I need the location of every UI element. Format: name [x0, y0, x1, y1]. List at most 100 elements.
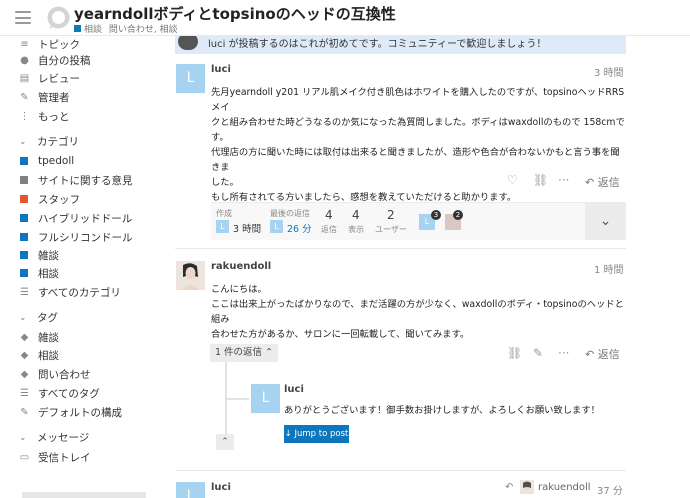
post-username[interactable]: rakuendoll [211, 261, 271, 272]
messages-section-header[interactable]: ⌄ メッセージ [19, 430, 89, 445]
avatar[interactable] [176, 261, 205, 290]
category-color-square [20, 195, 28, 203]
sidebar-item-review[interactable]: ▤ レビュー [19, 70, 80, 86]
sidebar-category-full-silicone[interactable]: フルシリコンドール [19, 229, 133, 245]
topics-icon: ≡ [20, 38, 29, 50]
created-value: 3 時間 [233, 224, 262, 235]
link-icon[interactable]: ⛓ [507, 346, 522, 360]
users-label: ユーザー [375, 225, 407, 234]
last-reply-value[interactable]: 26 分 [287, 221, 312, 235]
avatar[interactable]: L [176, 482, 205, 498]
category-color-square [20, 176, 28, 184]
sidebar-scrollbar[interactable] [22, 492, 146, 498]
views-count: 4 [352, 208, 360, 222]
topic-map: 作成 L 3 時間 最後の返信 L 26 分 4 返信 4 表示 2 ユーザー … [211, 202, 626, 240]
hamburger-menu-icon[interactable] [15, 11, 31, 24]
post-username[interactable]: luci [211, 482, 231, 493]
list-icon: ☰ [20, 286, 29, 298]
wrench-icon: ✎ [20, 406, 29, 418]
reply-button[interactable]: ↶ 返信 [585, 346, 620, 362]
topic-tags[interactable]: 問い合わせ, 相談 [109, 25, 178, 35]
list-icon: ☰ [20, 387, 29, 399]
reply-arrow-icon: ↶ [585, 176, 595, 189]
post-username[interactable]: luci [211, 64, 231, 75]
participant-count-badge: 3 [431, 210, 441, 220]
post-time[interactable]: 3 時間 [594, 64, 624, 79]
sidebar-category-chat[interactable]: 雑談 [19, 247, 59, 263]
topic-breadcrumb: 相談 問い合わせ, 相談 [74, 22, 178, 35]
reply-button[interactable]: ↶ 返信 [585, 174, 620, 190]
chevron-up-icon: ⌃ [265, 347, 274, 358]
created-avatar[interactable]: L [216, 220, 229, 233]
category-color-square [20, 157, 28, 165]
categories-section-header[interactable]: ⌄ カテゴリ [19, 134, 79, 149]
replies-label: 返信 [321, 225, 337, 234]
post-divider [175, 470, 626, 471]
review-icon: ▤ [19, 72, 30, 84]
collapse-replies-button[interactable]: ⌃ [216, 434, 234, 450]
tags-section-header[interactable]: ⌄ タグ [19, 310, 58, 325]
tag-icon: ◆ [20, 349, 29, 361]
sidebar-inbox[interactable]: ▭ 受信トレイ [19, 449, 91, 465]
site-logo[interactable] [46, 5, 71, 30]
sidebar-item-admin[interactable]: ✎ 管理者 [19, 89, 69, 105]
like-heart-icon[interactable]: ♡ [507, 173, 518, 187]
sidebar-category-consult[interactable]: 相談 [19, 265, 59, 281]
reply-username[interactable]: luci [284, 384, 304, 395]
avatar[interactable]: L [176, 64, 205, 93]
chevron-down-icon: ⌄ [19, 432, 27, 443]
chevron-down-icon: ⌄ [19, 136, 27, 147]
last-reply-avatar[interactable]: L [270, 220, 283, 233]
sidebar-item-topics[interactable]: ≡ トピック [19, 36, 80, 52]
category-link[interactable]: 相談 [84, 25, 102, 35]
chevron-down-icon: ⌄ [599, 213, 612, 229]
last-reply-label: 最後の返信 [270, 209, 310, 218]
site-header: yearndollボディとtopsinoのヘッドの互換性 相談 問い合わせ, 相… [0, 0, 690, 36]
edit-pencil-icon[interactable]: ✎ [533, 346, 543, 360]
sidebar-tag-inquiry[interactable]: ◆ 問い合わせ [19, 366, 91, 382]
chevron-up-icon: ⌃ [221, 437, 229, 447]
jump-to-post-button[interactable]: ↓ Jump to post [284, 425, 349, 443]
thread-line [225, 398, 249, 400]
sidebar: ≡ トピック ● 自分の投稿 ▤ レビュー ✎ 管理者 ⋮ もっと ⌄ カテゴリ tpedo… [0, 36, 160, 498]
user-icon: ● [20, 54, 29, 66]
tag-icon: ◆ [20, 368, 29, 380]
show-replies-button[interactable]: 1 件の返信 ⌃ [210, 344, 278, 362]
sidebar-category-site-feedback[interactable]: サイトに関する意見 [19, 172, 133, 188]
views-label: 表示 [348, 225, 364, 234]
more-icon: ⋮ [19, 110, 30, 122]
post-body: こんにちは。 ここは出来上がったばかりなので、まだ活躍の方が少なく、waxdol… [211, 284, 624, 340]
wrench-icon: ✎ [20, 91, 29, 103]
chevron-down-icon: ⌄ [19, 312, 27, 323]
reply-arrow-icon: ↶ [585, 348, 595, 361]
sidebar-category-tpedoll[interactable]: tpedoll [19, 153, 74, 169]
category-color-square [74, 25, 81, 32]
post-time[interactable]: 1 時間 [594, 261, 624, 276]
sidebar-all-tags[interactable]: ☰ すべてのタグ [19, 385, 100, 401]
sidebar-item-my-posts[interactable]: ● 自分の投稿 [19, 52, 90, 68]
more-actions-icon[interactable]: ··· [558, 346, 569, 360]
tag-icon: ◆ [20, 331, 29, 343]
post-divider [175, 248, 626, 249]
category-color-square [20, 214, 28, 222]
more-actions-icon[interactable]: ··· [558, 173, 569, 187]
reply-to-arrow-icon: ↶ [505, 482, 514, 493]
sidebar-category-staff[interactable]: スタッフ [19, 191, 80, 207]
reply-to-avatar[interactable] [520, 480, 534, 494]
sidebar-category-hybrid[interactable]: ハイブリッドドール [19, 210, 132, 226]
avatar[interactable]: L [251, 384, 280, 413]
sidebar-all-categories[interactable]: ☰ すべてのカテゴリ [19, 284, 121, 300]
users-count: 2 [387, 208, 395, 222]
sidebar-tag-chat[interactable]: ◆ 雑談 [19, 329, 59, 345]
post-time[interactable]: 37 分 [597, 482, 623, 497]
sidebar-item-more[interactable]: ⋮ もっと [19, 108, 70, 124]
reply-to-username[interactable]: rakuendoll [538, 482, 591, 493]
link-icon[interactable]: ⛓ [533, 173, 548, 187]
sidebar-default-config[interactable]: ✎ デフォルトの構成 [19, 404, 122, 420]
created-label: 作成 [216, 209, 232, 218]
category-color-square [20, 233, 28, 241]
sidebar-tag-consult[interactable]: ◆ 相談 [19, 347, 59, 363]
topic-title[interactable]: yearndollボディとtopsinoのヘッドの互換性 [74, 3, 396, 24]
inbox-icon: ▭ [19, 451, 30, 463]
expand-topic-map-button[interactable]: ⌄ [585, 202, 626, 240]
